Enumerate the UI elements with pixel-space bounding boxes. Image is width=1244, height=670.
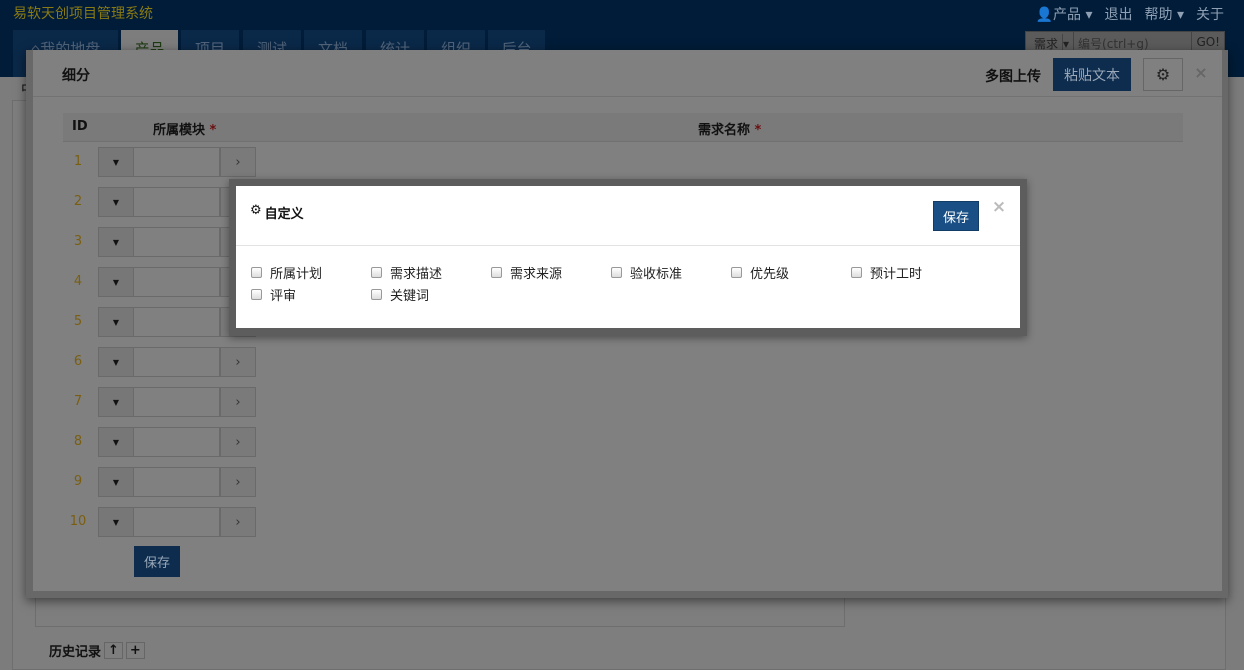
table-row: 9 ▼ › bbox=[63, 467, 363, 497]
dialog-title: ⚙ 自定义 bbox=[250, 203, 304, 222]
field-checkbox[interactable]: 需求描述 bbox=[371, 263, 442, 282]
module-input[interactable] bbox=[133, 307, 220, 337]
checkbox-label: 关键词 bbox=[390, 289, 430, 304]
checkbox-label: 需求描述 bbox=[390, 267, 443, 282]
module-dropdown-button[interactable]: ▼ bbox=[98, 307, 134, 337]
top-nav: 👤产品 ▾ 退出 帮助 ▾ 关于 bbox=[1036, 4, 1224, 24]
module-input[interactable] bbox=[133, 427, 220, 457]
col-id: ID bbox=[72, 119, 88, 134]
module-input[interactable] bbox=[133, 507, 220, 537]
field-checkbox[interactable]: 所属计划 bbox=[251, 263, 322, 282]
module-dropdown-button[interactable]: ▼ bbox=[98, 507, 134, 537]
row-id: 7 bbox=[73, 394, 83, 409]
module-input[interactable] bbox=[133, 227, 220, 257]
checkbox-label: 需求来源 bbox=[510, 267, 563, 282]
module-next-button[interactable]: › bbox=[220, 507, 256, 537]
field-checkbox[interactable]: 优先级 bbox=[731, 263, 789, 282]
checkbox-icon[interactable] bbox=[731, 267, 742, 278]
row-id: 6 bbox=[73, 354, 83, 369]
module-next-button[interactable]: › bbox=[220, 347, 256, 377]
close-icon[interactable]: × bbox=[1191, 62, 1211, 82]
row-id: 1 bbox=[73, 154, 83, 169]
field-checkbox[interactable]: 需求来源 bbox=[491, 263, 562, 282]
search-type-select[interactable]: 需求 ▾ bbox=[1026, 32, 1075, 54]
history-section: 历史记录 ↑ + bbox=[49, 641, 145, 660]
checkbox-icon[interactable] bbox=[251, 289, 262, 300]
about-link[interactable]: 关于 bbox=[1196, 4, 1224, 24]
module-next-button[interactable]: › bbox=[220, 427, 256, 457]
module-input[interactable] bbox=[133, 347, 220, 377]
module-dropdown-button[interactable]: ▼ bbox=[98, 387, 134, 417]
module-dropdown-button[interactable]: ▼ bbox=[98, 147, 134, 177]
col-name: 需求名称 * bbox=[698, 123, 762, 138]
checkbox-icon[interactable] bbox=[491, 267, 502, 278]
checkbox-label: 优先级 bbox=[750, 267, 790, 282]
gear-icon: ⚙ bbox=[250, 203, 262, 218]
custom-save-button[interactable]: 保存 bbox=[933, 201, 979, 231]
module-next-button[interactable]: › bbox=[220, 147, 256, 177]
product-menu[interactable]: 👤产品 ▾ bbox=[1036, 4, 1093, 24]
row-id: 2 bbox=[73, 194, 83, 209]
field-checkbox[interactable]: 评审 bbox=[251, 285, 296, 304]
module-dropdown-button[interactable]: ▼ bbox=[98, 187, 134, 217]
search-go-button[interactable]: GO! bbox=[1192, 32, 1224, 52]
row-id: 9 bbox=[73, 474, 83, 489]
field-checkbox[interactable]: 预计工时 bbox=[851, 263, 922, 282]
module-input[interactable] bbox=[133, 387, 220, 417]
row-id: 4 bbox=[73, 274, 83, 289]
module-dropdown-button[interactable]: ▼ bbox=[98, 347, 134, 377]
field-checkbox[interactable]: 验收标准 bbox=[611, 263, 682, 282]
row-id: 3 bbox=[73, 234, 83, 249]
module-dropdown-button[interactable]: ▼ bbox=[98, 227, 134, 257]
module-input[interactable] bbox=[133, 147, 220, 177]
table-row: 8 ▼ › bbox=[63, 427, 363, 457]
app-title: 易软天创项目管理系统 bbox=[13, 6, 153, 22]
checkbox-label: 验收标准 bbox=[630, 267, 683, 282]
checkbox-icon[interactable] bbox=[851, 267, 862, 278]
checkbox-icon[interactable] bbox=[611, 267, 622, 278]
checkbox-icon[interactable] bbox=[251, 267, 262, 278]
checkbox-icon[interactable] bbox=[371, 289, 382, 300]
module-next-button[interactable]: › bbox=[220, 467, 256, 497]
module-dropdown-button[interactable]: ▼ bbox=[98, 267, 134, 297]
history-label: 历史记录 bbox=[49, 645, 102, 660]
modal-title: 细分 bbox=[62, 68, 90, 84]
row-id: 8 bbox=[73, 434, 83, 449]
field-checkbox[interactable]: 关键词 bbox=[371, 285, 429, 304]
module-dropdown-button[interactable]: ▼ bbox=[98, 427, 134, 457]
module-dropdown-button[interactable]: ▼ bbox=[98, 467, 134, 497]
checkbox-label: 评审 bbox=[270, 289, 297, 304]
logout-link[interactable]: 退出 bbox=[1105, 4, 1133, 24]
multi-upload-link[interactable]: 多图上传 bbox=[985, 66, 1041, 86]
module-next-button[interactable]: › bbox=[220, 387, 256, 417]
table-row: 10 ▼ › bbox=[63, 507, 363, 537]
checkbox-label: 所属计划 bbox=[270, 267, 323, 282]
table-row: 7 ▼ › bbox=[63, 387, 363, 417]
col-module: 所属模块 * bbox=[153, 123, 217, 138]
modal-save-button[interactable]: 保存 bbox=[134, 546, 180, 577]
close-icon[interactable]: × bbox=[990, 197, 1008, 217]
row-id: 10 bbox=[69, 514, 87, 529]
table-row: 6 ▼ › bbox=[63, 347, 363, 377]
module-input[interactable] bbox=[133, 467, 220, 497]
checkbox-icon[interactable] bbox=[371, 267, 382, 278]
module-input[interactable] bbox=[133, 267, 220, 297]
module-input[interactable] bbox=[133, 187, 220, 217]
settings-gear-icon[interactable]: ⚙ bbox=[1143, 58, 1183, 91]
table-row: 1 ▼ › bbox=[63, 147, 363, 177]
row-id: 5 bbox=[73, 314, 83, 329]
search-input[interactable]: 编号(ctrl+g) bbox=[1074, 32, 1193, 52]
custom-fields-dialog: ⚙ 自定义 保存 × 所属计划 需求描述 需求来源 验收标准 优先级 预计工时评审 关键词 bbox=[236, 186, 1020, 328]
table-header: ID 所属模块 * 需求名称 * bbox=[63, 113, 1183, 142]
paste-text-button[interactable]: 粘贴文本 bbox=[1053, 58, 1131, 91]
help-menu[interactable]: 帮助 ▾ bbox=[1145, 4, 1184, 24]
checkbox-label: 预计工时 bbox=[870, 267, 923, 282]
add-icon[interactable]: + bbox=[125, 642, 145, 659]
collapse-icon[interactable]: ↑ bbox=[104, 642, 123, 659]
